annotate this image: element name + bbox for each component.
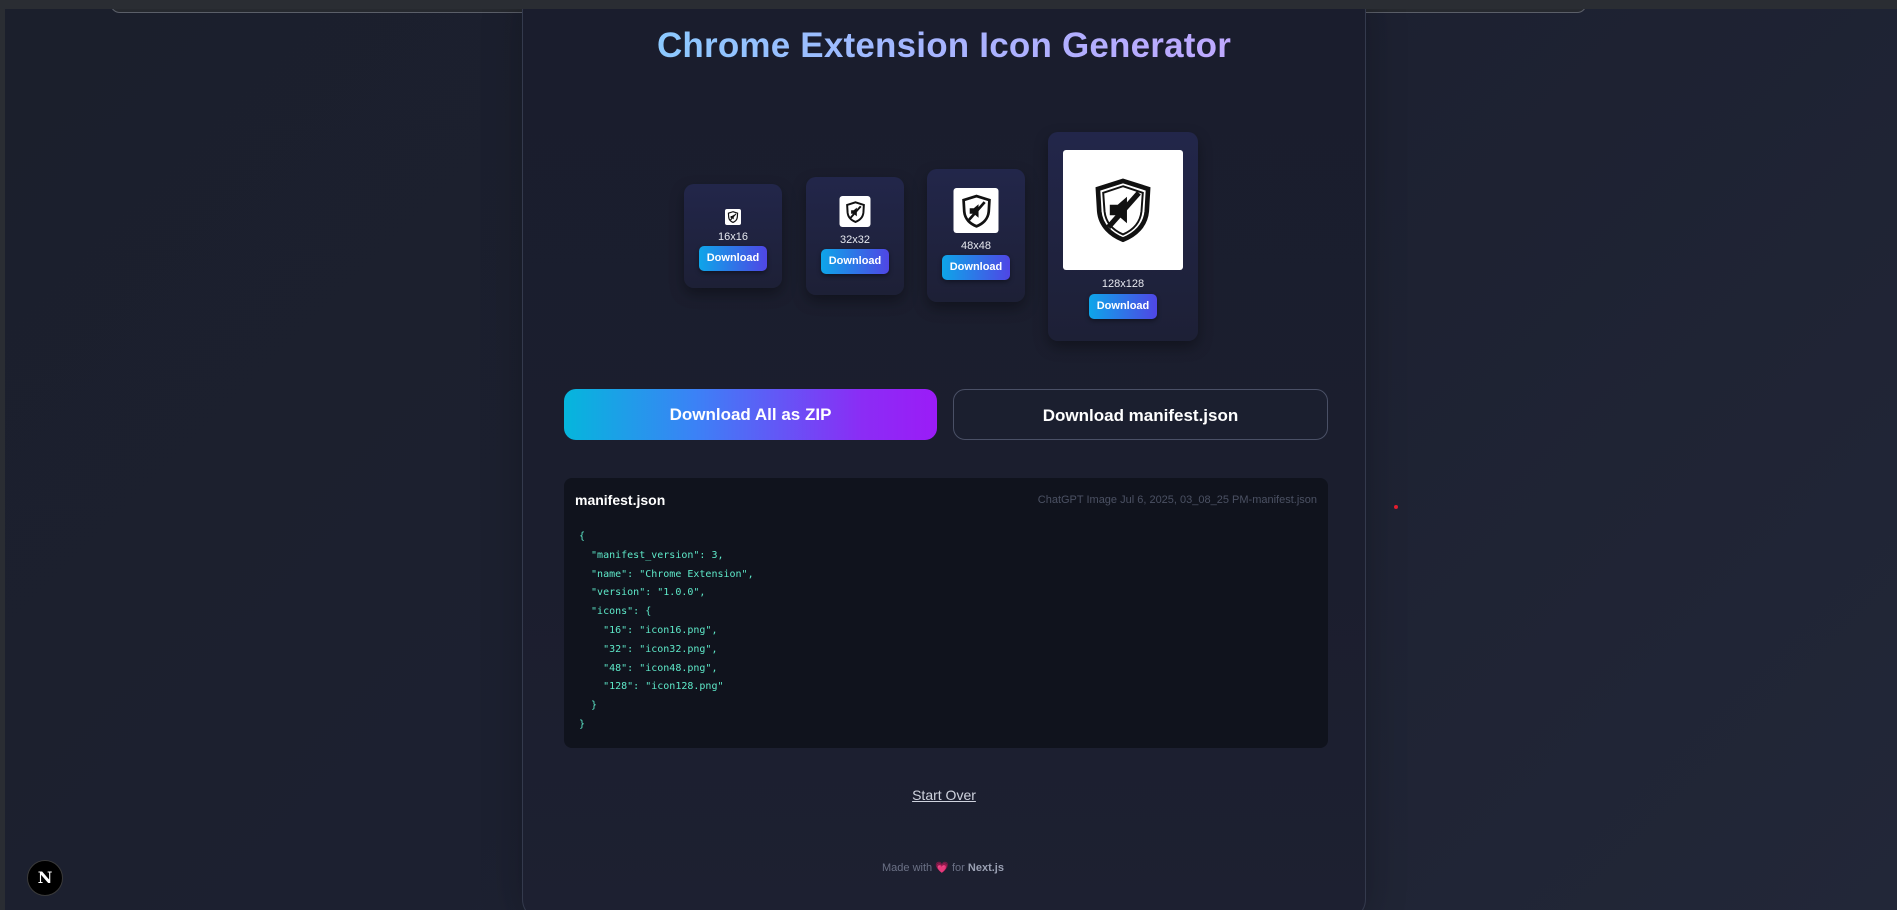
browser-viewport: Chrome Extension Icon Generator 16x16 Do… — [5, 9, 1897, 910]
icon-preview-128 — [1063, 150, 1183, 270]
download-48-button[interactable]: Download — [942, 255, 1010, 280]
footer: Made with 💗 for Next.js — [522, 861, 1364, 874]
icon-size-label: 32x32 — [840, 234, 870, 246]
shield-muted-speaker-icon — [727, 211, 739, 223]
footer-made-with: Made with — [882, 862, 933, 874]
download-32-button[interactable]: Download — [821, 249, 889, 274]
manifest-panel-title: manifest.json — [575, 492, 666, 508]
manifest-filename: ChatGPT Image Jul 6, 2025, 03_08_25 PM-m… — [1037, 494, 1317, 506]
icon-card-16: 16x16 Download — [684, 184, 782, 288]
start-over-link[interactable]: Start Over — [898, 787, 990, 803]
icon-size-label: 48x48 — [961, 240, 991, 252]
icon-card-128: 128x128 Download — [1048, 132, 1198, 341]
shield-muted-speaker-icon — [1095, 178, 1151, 243]
manifest-code: { "manifest_version": 3, "name": "Chrome… — [579, 531, 754, 730]
icon-preview-16 — [725, 209, 741, 225]
heart-icon: 💗 — [935, 862, 949, 874]
icon-card-32: 32x32 Download — [806, 177, 904, 295]
download-16-button[interactable]: Download — [699, 246, 767, 271]
nextjs-logo-icon[interactable]: N — [27, 860, 63, 896]
icon-preview-32 — [839, 196, 871, 227]
download-128-button[interactable]: Download — [1089, 294, 1157, 319]
start-over-link-wrap: Start Over — [898, 787, 990, 807]
page-title: Chrome Extension Icon Generator — [523, 26, 1365, 66]
footer-framework: Next.js — [967, 862, 1004, 874]
download-zip-button[interactable]: Download All as ZIP — [564, 389, 937, 440]
icon-card-48: 48x48 Download — [927, 169, 1025, 302]
icon-size-label: 16x16 — [718, 231, 748, 243]
generator-card: Chrome Extension Icon Generator — [522, 9, 1366, 910]
shield-muted-speaker-icon — [961, 194, 991, 228]
cursor-dot — [1394, 505, 1398, 509]
shield-muted-speaker-icon — [845, 200, 865, 223]
footer-for: for — [951, 862, 965, 874]
download-manifest-button[interactable]: Download manifest.json — [953, 389, 1328, 440]
icon-preview-48 — [953, 188, 999, 233]
manifest-panel: manifest.json ChatGPT Image Jul 6, 2025,… — [564, 478, 1328, 748]
icon-size-label: 128x128 — [1101, 278, 1145, 290]
